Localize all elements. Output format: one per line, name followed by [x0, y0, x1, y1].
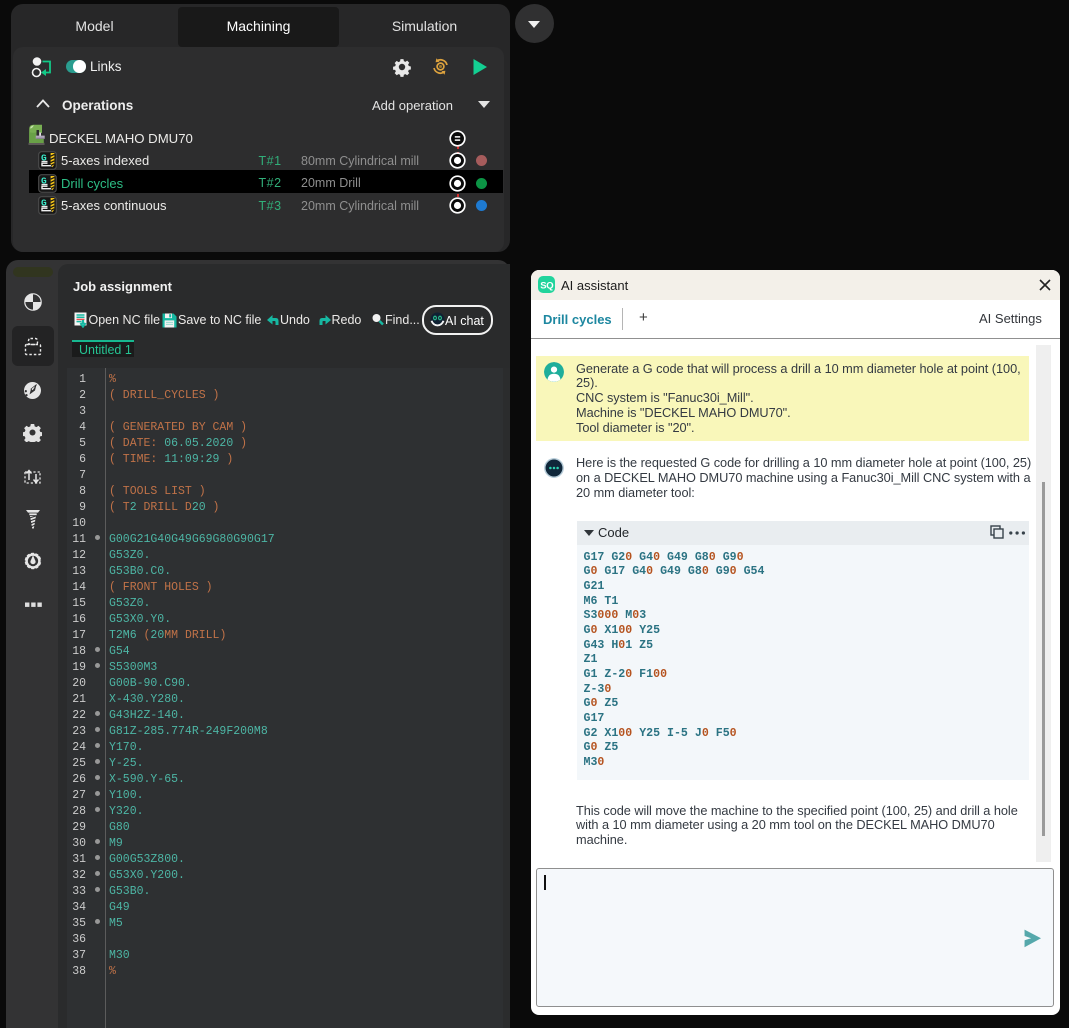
svg-text:Q: Q — [546, 280, 553, 291]
